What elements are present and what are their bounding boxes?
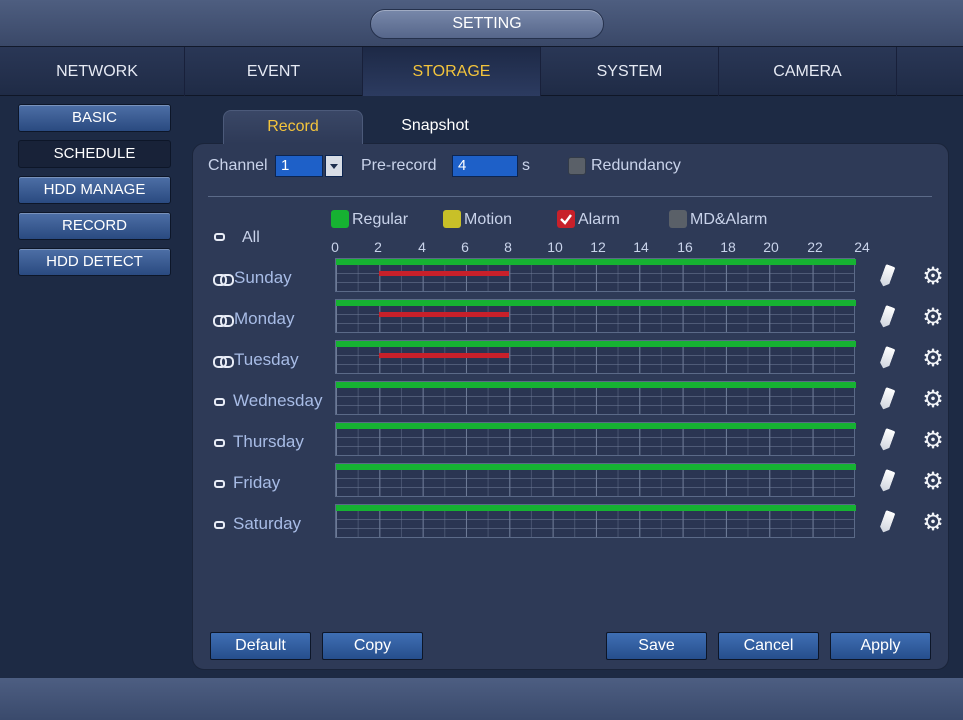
tab-storage[interactable]: STORAGE [363,47,541,96]
regular-record-period [336,382,856,388]
legend-alarm-label: Alarm [578,211,620,228]
regular-record-period [336,341,856,347]
channel-label: Channel [208,157,268,174]
legend-mdalarm-label: MD&Alarm [690,211,768,228]
bottom-bar [0,678,963,720]
redundancy-checkbox[interactable] [568,157,586,175]
default-button[interactable]: Default [210,632,311,660]
tab-snapshot[interactable]: Snapshot [380,110,490,144]
alarm-record-period [379,271,510,276]
regular-record-period [336,259,856,265]
tab-network[interactable]: NETWORK [10,47,185,96]
tab-camera[interactable]: CAMERA [719,47,897,96]
legend-mdalarm-checkbox[interactable] [669,210,687,228]
tab-event[interactable]: EVENT [185,47,363,96]
day-label: Friday [233,473,281,492]
gear-icon[interactable]: ⚙ [921,387,945,411]
hour-tick: 10 [547,239,563,255]
schedule-bar[interactable] [335,463,856,497]
hour-tick: 6 [461,239,469,255]
all-label: All [242,229,260,246]
regular-record-period [336,505,856,511]
schedule-bar[interactable] [335,422,856,456]
copy-button[interactable]: Copy [322,632,423,660]
toggle-icon[interactable] [214,439,225,447]
schedule-bar[interactable] [335,340,856,374]
hour-tick: 8 [504,239,512,255]
gear-icon[interactable]: ⚙ [921,305,945,329]
gear-icon[interactable]: ⚙ [921,346,945,370]
alarm-record-period [379,353,510,358]
chevron-down-icon[interactable] [325,155,343,177]
apply-button[interactable]: Apply [830,632,931,660]
hour-tick: 18 [720,239,736,255]
day-label: Wednesday [233,391,323,410]
toggle-icon[interactable] [214,521,225,529]
prerecord-label: Pre-record [361,157,437,174]
sidebar-item-record[interactable]: RECORD [18,212,171,240]
toggle-icon[interactable] [214,398,225,406]
link-icon[interactable] [213,274,234,286]
regular-record-period [336,300,856,306]
legend-motion-checkbox[interactable] [443,210,461,228]
top-tab-bar: NETWORK EVENT STORAGE SYSTEM CAMERA [0,46,963,96]
prerecord-input[interactable]: 4 [452,155,518,177]
hour-tick: 14 [633,239,649,255]
gear-icon[interactable]: ⚙ [921,428,945,452]
legend-regular-checkbox[interactable] [331,210,349,228]
schedule-bar[interactable] [335,381,856,415]
schedule-bar[interactable] [335,299,856,333]
tab-system[interactable]: SYSTEM [541,47,719,96]
legend-regular-label: Regular [352,211,409,228]
day-label: Thursday [233,432,304,451]
hour-tick: 22 [807,239,823,255]
sidebar-item-hdd-manage[interactable]: HDD MANAGE [18,176,171,204]
title-bar: SETTING [0,0,963,46]
hour-tick: 2 [374,239,382,255]
hour-tick: 4 [418,239,426,255]
regular-record-period [336,423,856,429]
tab-record[interactable]: Record [223,110,363,144]
gear-icon[interactable]: ⚙ [921,264,945,288]
hour-tick: 16 [677,239,693,255]
window-title: SETTING [370,9,604,39]
divider [208,196,932,197]
schedule-bar[interactable] [335,504,856,538]
sidebar-item-schedule[interactable]: SCHEDULE [18,140,171,168]
day-label: Tuesday [234,350,299,369]
legend-motion-label: Motion [464,211,513,228]
hour-tick: 20 [763,239,779,255]
hour-tick: 12 [590,239,606,255]
day-label: Monday [234,309,295,328]
check-icon [560,214,572,225]
link-icon[interactable] [213,315,234,327]
sidebar-item-hdd-detect[interactable]: HDD DETECT [18,248,171,276]
hour-tick: 24 [854,239,870,255]
hour-tick: 0 [331,239,339,255]
channel-select[interactable]: 1 [275,155,323,177]
redundancy-label: Redundancy [591,157,681,174]
toggle-icon[interactable] [214,480,225,488]
day-label: Saturday [233,514,302,533]
cancel-button[interactable]: Cancel [718,632,819,660]
day-label: Sunday [234,268,292,287]
all-toggle-icon[interactable] [214,233,225,241]
gear-icon[interactable]: ⚙ [921,510,945,534]
gear-icon[interactable]: ⚙ [921,469,945,493]
legend-alarm-checkbox[interactable] [557,210,575,228]
alarm-record-period [379,312,510,317]
save-button[interactable]: Save [606,632,707,660]
sidebar-item-basic[interactable]: BASIC [18,104,171,132]
regular-record-period [336,464,856,470]
schedule-bar[interactable] [335,258,856,292]
prerecord-unit: s [522,157,530,174]
link-icon[interactable] [213,356,234,368]
